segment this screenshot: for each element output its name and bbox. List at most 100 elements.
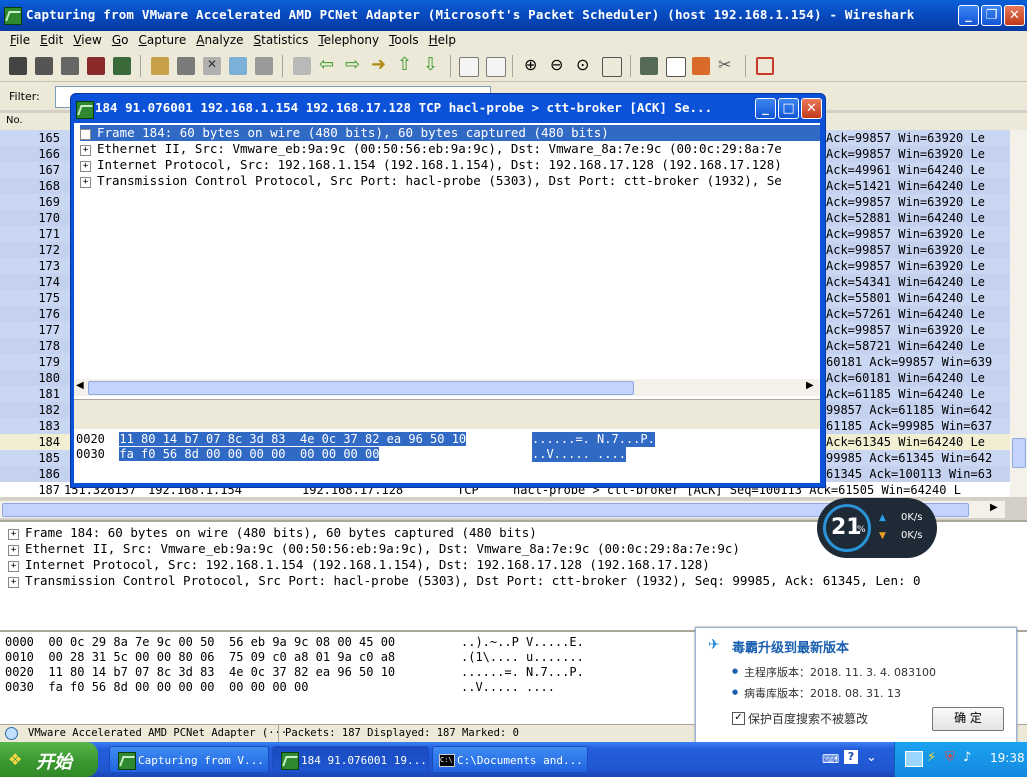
menu-edit[interactable]: Edit <box>35 31 68 49</box>
go-first-icon[interactable]: ⇧ <box>397 56 415 75</box>
menu-help[interactable]: Help <box>424 31 461 49</box>
capture-filters-icon[interactable] <box>640 57 658 75</box>
volume-icon[interactable]: ♪ <box>963 750 971 765</box>
menu-telephony[interactable]: Telephony <box>313 31 384 49</box>
open-folder-icon[interactable] <box>151 57 169 75</box>
protect-search-label: 保护百度搜索不被篡改 <box>748 712 869 726</box>
restore-button[interactable]: ❐ <box>981 5 1002 26</box>
packet-window-body: + Frame 184: 60 bytes on wire (480 bits),… <box>74 123 820 483</box>
normal-size-icon[interactable]: ⊙ <box>576 57 594 75</box>
popup-maximize-button[interactable]: □ <box>778 98 799 119</box>
keyboard-icon[interactable]: ⌨ <box>822 752 839 766</box>
bytes-row: 0020 11 80 14 b7 07 8c 3d 83 4e 0c 37 82… <box>76 432 655 447</box>
save-icon[interactable] <box>177 57 195 75</box>
expand-icon[interactable]: + <box>8 545 19 556</box>
popup-tree-item[interactable]: + Ethernet II, Src: Vmware_eb:9a:9c (00:5… <box>80 141 820 157</box>
print-icon[interactable] <box>255 57 273 75</box>
coloring-rules-icon[interactable] <box>692 57 710 75</box>
menu-view[interactable]: View <box>68 31 106 49</box>
antivirus-icon[interactable]: ⛨ <box>945 750 955 765</box>
menu-file[interactable]: File <box>5 31 35 49</box>
stop-capture-icon[interactable] <box>87 57 105 75</box>
expand-icon[interactable]: + <box>80 177 91 188</box>
scroll-right-arrow-icon[interactable]: ▶ <box>806 380 814 391</box>
menu-go[interactable]: Go <box>107 31 134 49</box>
taskbar: ❖ 开始 Capturing from V... 184 91.076001 1… <box>0 742 1027 777</box>
expand-icon[interactable]: + <box>8 529 19 540</box>
task-command-prompt[interactable]: C:\ C:\Documents and... <box>432 746 588 773</box>
start-button[interactable]: ❖ 开始 <box>0 742 98 777</box>
confirm-button[interactable]: 确 定 <box>932 707 1004 731</box>
packet-window[interactable]: 184 91.076001 192.168.1.154 192.168.17.1… <box>70 93 826 488</box>
expand-icon[interactable]: + <box>80 145 91 156</box>
menu-tools[interactable]: Tools <box>384 31 424 49</box>
start-capture-icon[interactable] <box>61 57 79 75</box>
go-forward-icon[interactable]: ⇨ <box>345 56 363 75</box>
popup-tree-item-selected[interactable]: + Frame 184: 60 bytes on wire (480 bits),… <box>80 125 820 141</box>
interfaces-icon[interactable] <box>9 57 27 75</box>
main-title-bar[interactable]: Capturing from VMware Accelerated AMD PC… <box>0 0 1027 31</box>
menu-bar: File Edit View Go Capture Analyze Statistics Te… <box>0 31 1027 51</box>
tray-arrow-icon[interactable]: ⌄ <box>866 750 877 765</box>
close-button[interactable]: ✕ <box>1004 5 1025 26</box>
network-icon[interactable] <box>905 751 923 767</box>
options-icon[interactable] <box>35 57 53 75</box>
auto-scroll-icon[interactable] <box>486 57 506 77</box>
minimize-button[interactable]: _ <box>958 5 979 26</box>
preferences-icon[interactable]: ✂ <box>718 57 736 75</box>
security-icon[interactable]: ⚡ <box>927 750 936 765</box>
packet-list-vertical-scrollbar[interactable] <box>1010 130 1027 497</box>
expand-icon[interactable]: + <box>8 561 19 572</box>
popup-horizontal-scrollbar[interactable]: ◀ ▶ <box>74 379 820 396</box>
download-speed: 0K/s <box>901 530 923 541</box>
help-icon[interactable] <box>756 57 774 75</box>
popup-splitter[interactable] <box>74 399 820 430</box>
clock[interactable]: 19:38 <box>990 751 1025 765</box>
display-filters-icon[interactable] <box>666 57 686 77</box>
antivirus-update-notification[interactable]: ✈ 毒霸升级到最新版本 ● 主程序版本：2018. 11. 3. 4. 0831… <box>695 627 1017 744</box>
restart-capture-icon[interactable] <box>113 57 131 75</box>
network-speed-widget[interactable]: 21 % ▲ 0K/s ▼ 0K/s <box>817 498 937 558</box>
start-label: 开始 <box>36 752 72 773</box>
bullet-icon: ● <box>732 688 739 696</box>
task-packet-window[interactable]: 184 91.076001 19... <box>272 746 429 773</box>
task-wireshark-capture[interactable]: Capturing from V... <box>109 746 269 773</box>
bytes-row: 0000 00 0c 29 8a 7e 9c 00 50 56 eb 9a 9c… <box>5 635 584 649</box>
reload-icon[interactable] <box>229 57 247 75</box>
capture-status-icon[interactable] <box>5 727 18 740</box>
scroll-thumb[interactable] <box>1012 438 1026 468</box>
column-no[interactable]: No. <box>6 115 23 126</box>
zoom-out-icon[interactable]: ⊖ <box>550 57 568 75</box>
menu-statistics[interactable]: Statistics <box>249 31 314 49</box>
tree-item[interactable]: + Ethernet II, Src: Vmware_eb:9a:9c (00:5… <box>8 541 740 557</box>
popup-tree-item[interactable]: + Transmission Control Protocol, Src Port… <box>80 173 820 189</box>
scroll-thumb[interactable] <box>88 381 634 395</box>
go-last-icon[interactable]: ⇩ <box>423 56 441 75</box>
tree-item[interactable]: + Frame 184: 60 bytes on wire (480 bits),… <box>8 525 537 541</box>
popup-close-button[interactable]: ✕ <box>801 98 822 119</box>
protect-search-checkbox[interactable]: ✓ <box>732 712 745 725</box>
expand-icon[interactable]: + <box>80 161 91 172</box>
scroll-right-arrow-icon[interactable]: ▶ <box>990 502 998 513</box>
popup-tree-item[interactable]: + Internet Protocol, Src: 192.168.1.154 (… <box>80 157 820 173</box>
popup-bytes-pane[interactable]: 0020 11 80 14 b7 07 8c 3d 83 4e 0c 37 82… <box>74 429 820 483</box>
toolbar-separator <box>450 55 451 77</box>
menu-analyze[interactable]: Analyze <box>191 31 248 49</box>
popup-minimize-button[interactable]: _ <box>755 98 776 119</box>
close-file-icon[interactable]: ✕ <box>203 57 221 75</box>
zoom-in-icon[interactable]: ⊕ <box>524 57 542 75</box>
bytes-row: 0030 fa f0 56 8d 00 00 00 00 00 00 00 00… <box>5 680 555 694</box>
scroll-left-arrow-icon[interactable]: ◀ <box>76 380 84 391</box>
tree-item[interactable]: + Internet Protocol, Src: 192.168.1.154 (… <box>8 557 710 573</box>
tree-item[interactable]: + Transmission Control Protocol, Src Port… <box>8 573 921 589</box>
expand-icon[interactable]: + <box>8 577 19 588</box>
go-back-icon[interactable]: ⇦ <box>319 56 337 75</box>
go-to-packet-icon[interactable]: ➜ <box>371 56 389 75</box>
menu-capture[interactable]: Capture <box>133 31 191 49</box>
expand-icon[interactable]: + <box>80 129 91 140</box>
help-icon[interactable]: ? <box>844 750 858 764</box>
toolbar-separator <box>630 55 631 77</box>
find-packet-icon[interactable] <box>293 57 311 75</box>
colorize-icon[interactable] <box>459 57 479 77</box>
resize-columns-icon[interactable] <box>602 57 622 77</box>
